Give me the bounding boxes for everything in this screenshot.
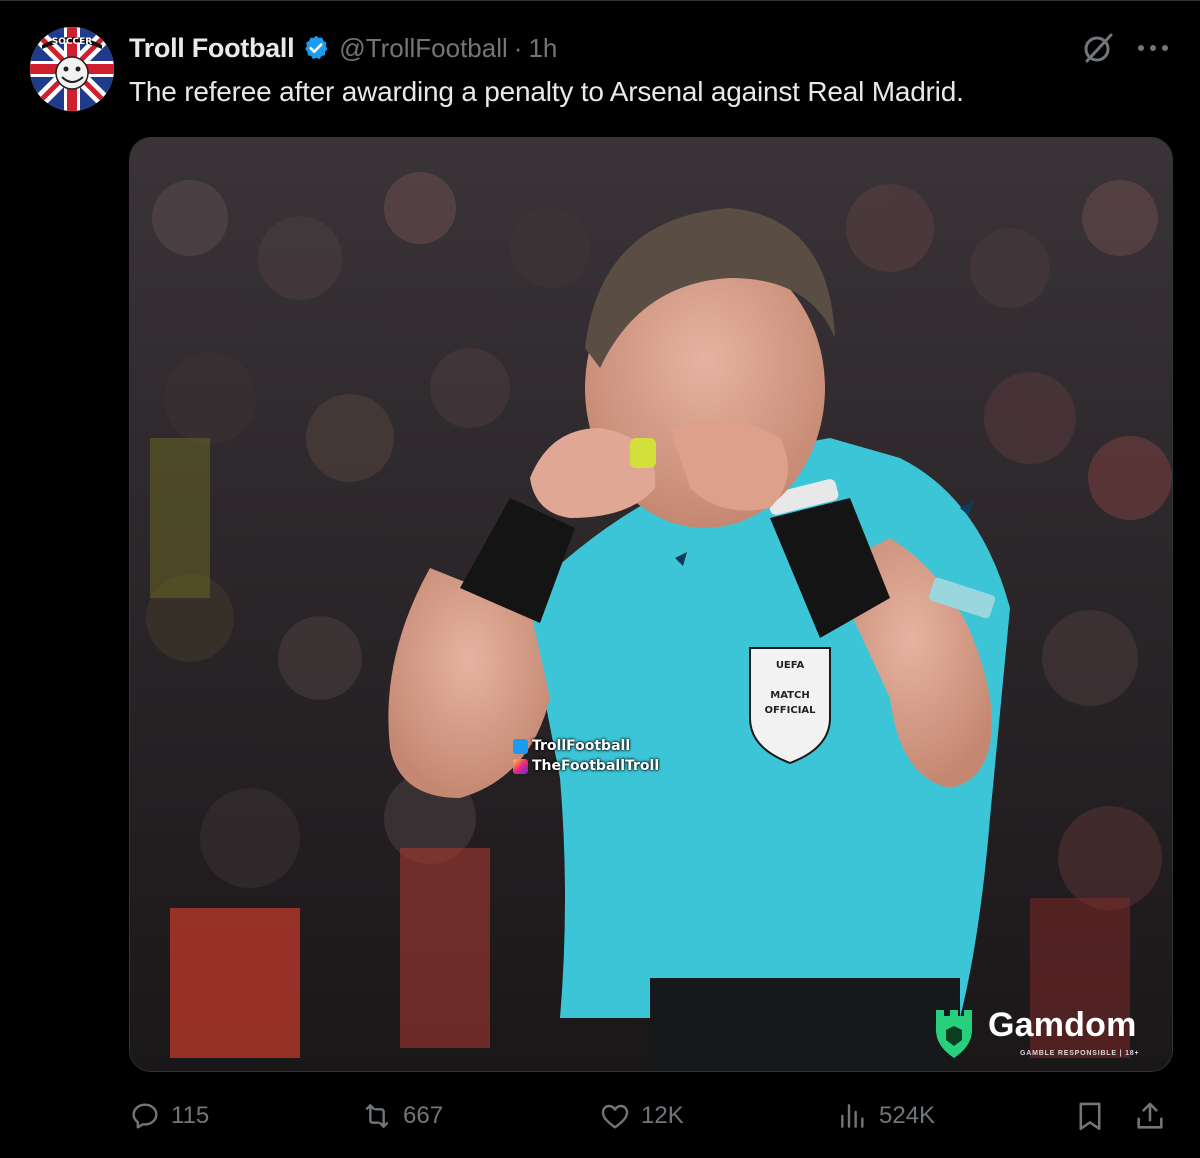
separator-dot: ·	[513, 32, 523, 63]
badge-line1-text: MATCH	[770, 690, 809, 701]
sponsor-logo: Gamdom GAMBLE RESPONSIBLE | 18+	[928, 1006, 1168, 1066]
bookmark-button[interactable]	[1073, 1098, 1107, 1134]
like-button[interactable]: 12K	[599, 1094, 684, 1138]
divider	[0, 0, 1200, 1]
reply-icon	[132, 1103, 158, 1129]
views-icon	[841, 1104, 864, 1128]
post-header: Troll Football @TrollFootball · 1h	[129, 30, 557, 66]
instagram-logo-icon	[513, 758, 528, 774]
bookmark-icon	[1079, 1102, 1101, 1131]
watermark-instagram-text: TheFootballTroll	[532, 758, 660, 774]
reply-count: 115	[171, 1102, 210, 1129]
like-icon	[601, 1104, 629, 1129]
views-count: 524K	[879, 1102, 936, 1129]
watermark-twitter-text: TrollFootball	[532, 738, 631, 754]
sponsor-name: Gamdom	[988, 1006, 1137, 1044]
views-button[interactable]: 524K	[837, 1094, 935, 1138]
reply-button[interactable]: 115	[129, 1094, 209, 1138]
post-time[interactable]: 1h	[528, 33, 557, 64]
twitter-logo-icon	[513, 738, 528, 754]
tweet[interactable]: SOCCER Troll Football @TrollFootball · 1…	[0, 0, 1200, 1158]
badge-top-text: UEFA	[776, 660, 805, 671]
gamdom-logo-icon	[936, 1010, 972, 1058]
retweet-count: 667	[403, 1102, 444, 1129]
badge-line2-text: OFFICIAL	[764, 705, 816, 716]
action-bar: 115 667 12K 524K	[129, 1094, 1174, 1138]
avatar[interactable]: SOCCER	[30, 27, 114, 111]
like-count: 12K	[641, 1102, 684, 1129]
post-text: The referee after awarding a penalty to …	[129, 76, 964, 107]
user-handle[interactable]: @TrollFootball	[339, 33, 507, 64]
display-name[interactable]: Troll Football	[129, 33, 295, 64]
avatar-badge-text: SOCCER	[52, 37, 92, 47]
share-button[interactable]	[1133, 1098, 1167, 1134]
watermark: TrollFootball TheFootballTroll	[513, 736, 683, 776]
post-media-image[interactable]: UEFA MATCH OFFICIAL TrollFootball TheFoo…	[129, 137, 1173, 1072]
retweet-button[interactable]: 667	[361, 1094, 443, 1138]
share-icon	[1137, 1102, 1163, 1129]
verified-badge-icon[interactable]	[302, 34, 330, 62]
grok-icon[interactable]	[1080, 30, 1116, 66]
retweet-icon	[365, 1104, 389, 1128]
sponsor-subtext: GAMBLE RESPONSIBLE | 18+	[1020, 1050, 1140, 1057]
more-icon[interactable]	[1134, 30, 1172, 66]
